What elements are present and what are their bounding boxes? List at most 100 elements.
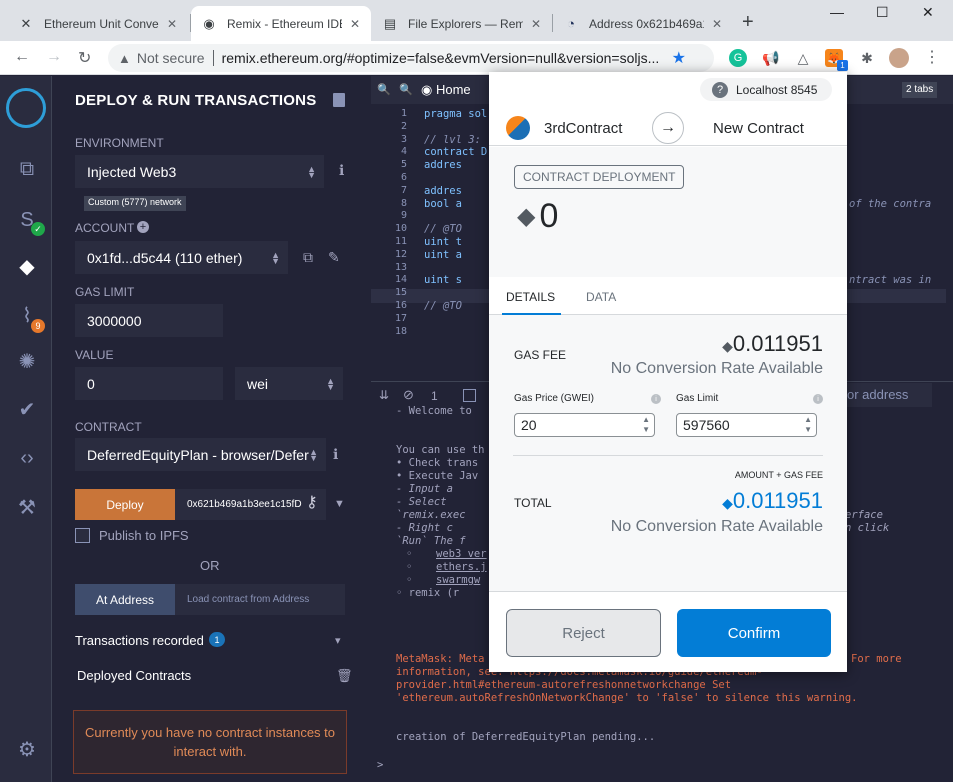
- terminal-line: creation of DeferredEquityPlan pending..…: [396, 731, 656, 743]
- debugger-bug-icon[interactable]: ✺: [14, 348, 40, 374]
- add-account-icon[interactable]: +: [137, 221, 149, 233]
- clear-console-icon[interactable]: ⊘: [403, 387, 414, 403]
- eth-diamond-icon: ◆: [722, 495, 733, 511]
- gas-fee: ◆0.011951: [722, 331, 823, 357]
- chevron-down-icon[interactable]: ▾: [335, 634, 341, 647]
- remix-logo-icon[interactable]: [6, 88, 46, 128]
- transactions-recorded-header[interactable]: Transactions recorded: [75, 633, 204, 648]
- gas-limit-label: Gas Limit: [676, 393, 719, 404]
- contract-select[interactable]: DeferredEquityPlan - browser/Defer ▲ ▼: [75, 438, 326, 471]
- address-bar[interactable]: ▲ Not secure remix.ethereum.org/#optimiz…: [108, 44, 714, 72]
- confirm-button[interactable]: Confirm: [677, 609, 831, 657]
- publish-ipfs-checkbox[interactable]: [75, 528, 90, 543]
- close-tab-icon[interactable]: ✕: [712, 17, 722, 31]
- close-window-icon[interactable]: ✕: [922, 4, 934, 21]
- at-address-button[interactable]: At Address: [75, 584, 175, 615]
- browser-tab-remix[interactable]: ◉ Remix - Ethereum IDE ✕: [191, 6, 371, 41]
- network-selector[interactable]: ? Localhost 8545: [700, 78, 832, 101]
- edit-account-icon[interactable]: ✎: [328, 249, 340, 266]
- back-icon[interactable]: ←: [14, 48, 30, 66]
- extensions-puzzle-icon[interactable]: ✱: [858, 49, 876, 67]
- stepper-icon[interactable]: ▲ ▼: [642, 415, 650, 435]
- gas-limit-input[interactable]: 3000000: [75, 304, 223, 337]
- gas-price-info-icon[interactable]: i: [651, 394, 661, 404]
- deploy-run-icon[interactable]: ◆: [14, 253, 40, 279]
- web3-link[interactable]: web3 ver: [436, 548, 487, 560]
- environment-select[interactable]: Injected Web3 ▲ ▼: [75, 155, 324, 188]
- reload-icon[interactable]: ↻: [78, 48, 91, 68]
- browser-tab-eth-converter[interactable]: ✕ Ethereum Unit Conve ✕: [8, 6, 188, 41]
- close-tab-icon[interactable]: ✕: [531, 17, 541, 31]
- minimize-icon[interactable]: —: [830, 4, 844, 20]
- collapse-terminal-icon[interactable]: ⇊: [379, 388, 389, 402]
- new-tab-button[interactable]: +: [742, 11, 754, 34]
- total-conversion: No Conversion Rate Available: [610, 518, 823, 535]
- book-icon: ▤: [383, 15, 397, 31]
- grammarly-icon[interactable]: G: [729, 49, 747, 67]
- select-caret-icon: ▲ ▼: [326, 375, 335, 392]
- file-explorer-icon[interactable]: ⧉: [14, 156, 40, 182]
- drive-icon[interactable]: △: [794, 49, 812, 67]
- reject-button[interactable]: Reject: [506, 609, 661, 657]
- terminal-line: • Check trans: [396, 457, 479, 469]
- maximize-icon[interactable]: ☐: [876, 4, 889, 21]
- zoom-out-icon[interactable]: 🔍: [377, 83, 391, 96]
- close-tab-icon[interactable]: ✕: [350, 17, 360, 31]
- gas-price-input[interactable]: 20 ▲ ▼: [514, 413, 655, 437]
- terminal-warning: For more: [851, 653, 902, 665]
- terminal-search-input[interactable]: or address: [841, 383, 932, 407]
- deploy-button[interactable]: Deploy: [75, 489, 175, 520]
- gas-limit-info-icon[interactable]: i: [813, 394, 823, 404]
- tab-home[interactable]: ◉ Home: [421, 82, 471, 98]
- megaphone-icon[interactable]: 📢: [762, 49, 780, 67]
- account-select[interactable]: 0x1fd...d5c44 (110 ether) ▲ ▼: [75, 241, 288, 274]
- environment-info-icon[interactable]: ℹ: [339, 162, 344, 179]
- terminal-line: `Run` The f: [396, 535, 466, 547]
- home-tab-label: Home: [435, 82, 471, 97]
- close-tab-icon[interactable]: ✕: [167, 17, 177, 31]
- forward-icon[interactable]: →: [46, 48, 62, 66]
- at-address-input[interactable]: Load contract from Address: [175, 584, 345, 615]
- tab-data[interactable]: DATA: [586, 290, 616, 304]
- line-number: 9: [400, 210, 407, 222]
- settings-gear-icon[interactable]: ⚙: [14, 736, 40, 762]
- browser-tab-etherscan[interactable]: ◔ Address 0x621b469a1 ✕: [553, 6, 733, 41]
- line-number: 2: [400, 120, 407, 132]
- details-panel: GAS FEE ◆0.011951 No Conversion Rate Ava…: [489, 315, 847, 591]
- value-input[interactable]: 0: [75, 367, 223, 400]
- code-line: uint t: [424, 236, 462, 248]
- eth-diamond-icon: ◆: [722, 338, 733, 354]
- deploy-args-input[interactable]: 0x621b469a1b3ee1c15fD: [175, 489, 326, 520]
- metamask-notification-badge: 1: [837, 60, 848, 71]
- environment-value: Injected Web3: [87, 163, 177, 180]
- testing-check-icon[interactable]: ✔: [14, 396, 40, 422]
- chevron-down-icon[interactable]: ▼: [334, 498, 345, 510]
- browser-tab-file-explorers[interactable]: ▤ File Explorers — Remi ✕: [372, 6, 552, 41]
- trash-icon[interactable]: 🗑: [336, 668, 353, 684]
- documentation-icon[interactable]: [333, 93, 345, 107]
- stepper-icon[interactable]: ▲ ▼: [804, 415, 812, 435]
- swarmgw-link[interactable]: swarmgw: [436, 574, 480, 586]
- zoom-in-icon[interactable]: 🔍: [399, 83, 413, 96]
- line-number: 12: [394, 248, 407, 260]
- copy-account-icon[interactable]: ⧉: [303, 249, 313, 266]
- contract-info-icon[interactable]: ℹ: [333, 446, 338, 463]
- listen-checkbox[interactable]: [463, 389, 476, 402]
- warning-icon: ▲: [118, 50, 131, 66]
- bookmark-star-icon[interactable]: ★: [672, 48, 686, 68]
- compiled-check-icon: ✓: [31, 222, 45, 236]
- tabs-dropdown[interactable]: 2 tabs: [902, 82, 938, 98]
- code-line: // @TO: [424, 300, 462, 312]
- tab-details[interactable]: DETAILS: [506, 290, 555, 304]
- transactions-count-badge: 1: [209, 632, 225, 647]
- code-icon[interactable]: ‹›: [14, 445, 40, 471]
- contract-label: CONTRACT: [75, 420, 142, 434]
- ethers-link[interactable]: ethers.j: [436, 561, 487, 573]
- value-unit-select[interactable]: wei ▲ ▼: [235, 367, 343, 400]
- terminal-prompt[interactable]: >: [377, 759, 383, 771]
- transaction-summary: CONTRACT DEPLOYMENT ◆ 0: [489, 147, 847, 277]
- menu-kebab-icon[interactable]: ⋮: [924, 47, 940, 67]
- gas-limit-input[interactable]: 597560 ▲ ▼: [676, 413, 817, 437]
- plugin-manager-icon[interactable]: ⚒: [14, 494, 40, 520]
- profile-avatar[interactable]: [889, 48, 909, 68]
